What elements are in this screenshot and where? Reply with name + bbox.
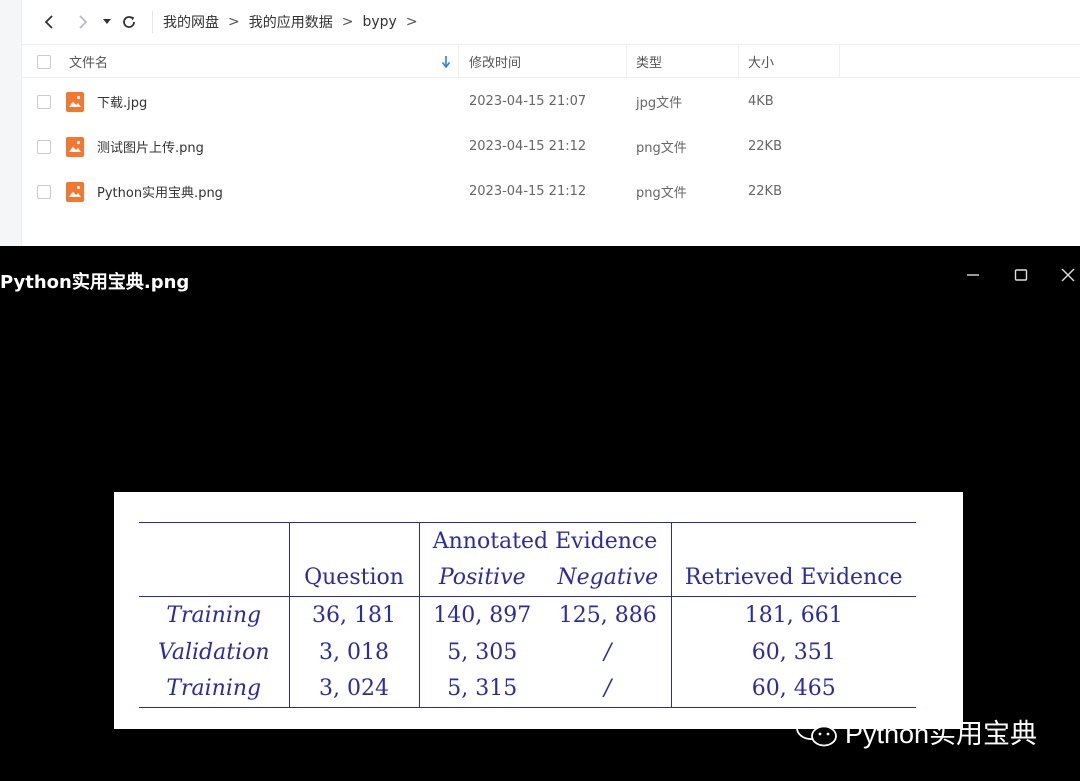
table-row: Validation 3, 018 5, 305 / 60, 351 xyxy=(139,633,916,671)
column-divider[interactable] xyxy=(738,45,739,78)
image-viewer-window: Python实用宝典.png Annotated Evidence Questi… xyxy=(0,246,1080,781)
cell-positive: 5, 305 xyxy=(447,639,518,665)
minimize-button[interactable] xyxy=(962,264,984,286)
column-divider[interactable] xyxy=(626,45,627,78)
image-file-icon xyxy=(66,124,84,169)
forward-button[interactable] xyxy=(66,0,100,44)
file-row[interactable]: 测试图片上传.png 2023-04-15 21:12 png文件 22KB xyxy=(22,124,1080,169)
header-retrieved-evidence: Retrieved Evidence xyxy=(671,559,916,597)
cell-negative: / xyxy=(545,670,672,708)
dataset-statistics-table: Annotated Evidence Question Positive Neg… xyxy=(139,522,916,708)
split-label: Training xyxy=(139,670,290,708)
file-size: 22KB xyxy=(748,139,782,154)
maximize-icon xyxy=(1014,269,1028,281)
watermark-text: Python实用宝典 xyxy=(845,719,1038,749)
cell-retrieved: 60, 465 xyxy=(671,670,916,708)
toolbar-divider xyxy=(152,11,153,33)
file-type: png文件 xyxy=(636,141,687,156)
table-row: Training 3, 024 5, 315 / 60, 465 xyxy=(139,670,916,708)
column-header-name[interactable]: 文件名 xyxy=(69,45,108,78)
close-button[interactable] xyxy=(1057,264,1079,286)
watermark: Python实用宝典 xyxy=(795,712,1037,751)
column-header-modified[interactable]: 修改时间 xyxy=(469,45,521,78)
cell-question: 3, 024 xyxy=(289,670,420,708)
close-icon xyxy=(1061,268,1075,282)
file-name[interactable]: 测试图片上传.png xyxy=(97,124,204,169)
row-checkbox[interactable] xyxy=(37,184,51,199)
refresh-icon xyxy=(123,16,135,28)
file-row[interactable]: 下载.jpg 2023-04-15 21:07 jpg文件 4KB xyxy=(22,79,1080,124)
split-label: Validation xyxy=(139,633,290,671)
chevron-right-icon xyxy=(79,15,88,29)
cell-negative: 125, 886 xyxy=(545,596,672,634)
cell-question: 36, 181 xyxy=(289,596,420,634)
header-positive: Positive xyxy=(419,559,545,597)
maximize-button[interactable] xyxy=(1010,264,1032,286)
breadcrumb-separator: > xyxy=(405,14,418,30)
toolbar: 我的网盘 > 我的应用数据 > bypy > xyxy=(22,0,1080,44)
refresh-button[interactable] xyxy=(114,0,144,44)
sidebar-edge xyxy=(0,0,22,246)
image-file-icon xyxy=(66,79,84,124)
file-size: 22KB xyxy=(748,184,782,199)
breadcrumb-separator: > xyxy=(341,14,354,30)
table-header-row: Annotated Evidence xyxy=(139,522,916,560)
breadcrumb-item-bypy[interactable]: bypy xyxy=(362,14,396,30)
header-annotated-evidence: Annotated Evidence xyxy=(419,522,672,560)
row-checkbox[interactable] xyxy=(37,94,51,109)
column-divider[interactable] xyxy=(458,45,459,78)
column-header-size[interactable]: 大小 xyxy=(748,45,774,78)
file-name[interactable]: Python实用宝典.png xyxy=(97,169,223,214)
file-modified: 2023-04-15 21:12 xyxy=(469,139,587,154)
sort-down-arrow-icon xyxy=(442,55,450,68)
minimize-icon xyxy=(967,274,979,276)
header-question: Question xyxy=(289,559,420,597)
sort-indicator[interactable] xyxy=(442,45,450,78)
select-all-checkbox[interactable] xyxy=(37,54,51,69)
header-negative: Negative xyxy=(545,559,672,597)
file-name[interactable]: 下载.jpg xyxy=(97,79,147,124)
chevron-left-icon xyxy=(44,15,53,29)
breadcrumb-item-my-drive[interactable]: 我的网盘 xyxy=(163,12,219,32)
file-modified: 2023-04-15 21:12 xyxy=(469,184,587,199)
table-header-row: Question Positive Negative Retrieved Evi… xyxy=(139,559,916,597)
cell-retrieved: 60, 351 xyxy=(751,639,836,665)
column-header-type[interactable]: 类型 xyxy=(636,45,662,78)
file-type: jpg文件 xyxy=(636,96,683,111)
breadcrumb: 我的网盘 > 我的应用数据 > bypy > xyxy=(163,12,427,32)
breadcrumb-item-app-data[interactable]: 我的应用数据 xyxy=(249,12,333,32)
wechat-icon xyxy=(796,715,837,746)
viewer-title: Python实用宝典.png xyxy=(0,272,190,293)
file-type: png文件 xyxy=(636,186,687,201)
file-list-header: 文件名 修改时间 类型 大小 xyxy=(22,44,1080,78)
back-button[interactable] xyxy=(32,0,66,44)
file-manager: 我的网盘 > 我的应用数据 > bypy > 文件名 修改时间 类型 大小 下载… xyxy=(0,0,1080,246)
file-modified: 2023-04-15 21:07 xyxy=(469,94,587,109)
displayed-image: Annotated Evidence Question Positive Neg… xyxy=(114,492,963,729)
cell-retrieved: 181, 661 xyxy=(744,602,843,628)
cell-positive: 140, 897 xyxy=(433,602,532,628)
table-row: Training 36, 181 140, 897 125, 886 181, … xyxy=(139,596,916,634)
cell-negative: / xyxy=(545,633,672,671)
cell-positive: 5, 315 xyxy=(419,670,545,708)
caret-down-icon xyxy=(103,19,111,24)
row-checkbox[interactable] xyxy=(37,139,51,154)
file-size: 4KB xyxy=(748,94,774,109)
image-file-icon xyxy=(66,169,84,214)
history-dropdown[interactable] xyxy=(100,0,114,44)
split-label: Training xyxy=(139,596,290,634)
cell-question: 3, 018 xyxy=(289,633,420,671)
breadcrumb-separator: > xyxy=(228,14,240,30)
file-row[interactable]: Python实用宝典.png 2023-04-15 21:12 png文件 22… xyxy=(22,169,1080,214)
column-divider[interactable] xyxy=(839,45,840,78)
select-all-checkbox-wrap[interactable] xyxy=(37,45,51,78)
